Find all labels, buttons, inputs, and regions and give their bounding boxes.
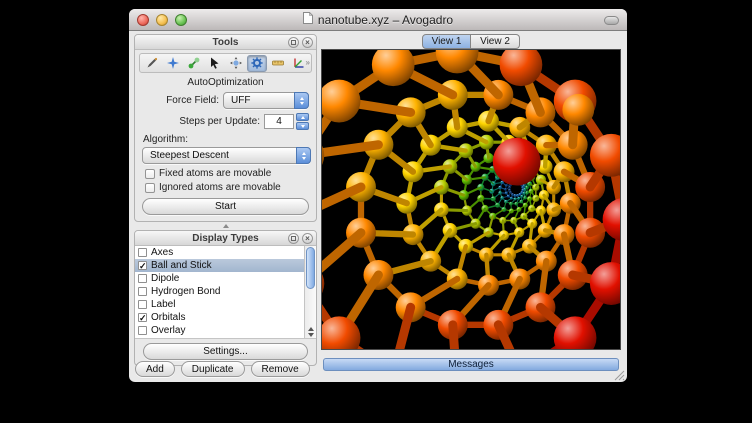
- remove-button[interactable]: Remove: [251, 361, 310, 377]
- autooptimize-tool-icon[interactable]: [247, 55, 267, 72]
- display-type-checkbox[interactable]: [138, 274, 147, 283]
- display-type-row[interactable]: Label: [135, 298, 304, 311]
- display-type-label: Ball and Stick: [151, 260, 212, 271]
- selection-tool-icon[interactable]: [205, 55, 225, 72]
- document-icon: [303, 12, 313, 27]
- active-tool-title: AutoOptimization: [135, 77, 316, 88]
- algorithm-select[interactable]: Steepest Descent: [142, 147, 311, 164]
- messages-button[interactable]: Messages: [323, 358, 619, 371]
- display-types-panel-header[interactable]: Display Types ×: [135, 231, 316, 246]
- display-type-label: Orbitals: [151, 312, 185, 323]
- close-panel-icon[interactable]: ×: [302, 233, 313, 244]
- toolbar-overflow-icon[interactable]: »: [306, 58, 310, 67]
- step-up-button[interactable]: [296, 113, 309, 121]
- ignored-atoms-label: Ignored atoms are movable: [159, 182, 281, 193]
- window-title: nanotube.xyz – Avogadro: [318, 13, 453, 27]
- bond-centric-tool-icon[interactable]: [184, 55, 204, 72]
- close-panel-icon[interactable]: ×: [302, 37, 313, 48]
- ignored-atoms-checkbox[interactable]: [145, 183, 155, 193]
- navigate-tool-icon[interactable]: [163, 55, 183, 72]
- display-type-checkbox[interactable]: ✓: [138, 261, 147, 270]
- display-type-checkbox[interactable]: [138, 326, 147, 335]
- step-down-button[interactable]: [296, 122, 309, 130]
- fixed-atoms-label: Fixed atoms are movable: [159, 168, 271, 179]
- scrollbar-thumb[interactable]: [306, 247, 315, 289]
- left-dock-area: Tools ×: [134, 34, 317, 378]
- display-type-row[interactable]: Axes: [135, 246, 304, 259]
- main-view-area: View 1 View 2 Messages: [321, 34, 621, 378]
- display-type-checkbox[interactable]: ✓: [138, 313, 147, 322]
- dock-splitter[interactable]: [134, 222, 317, 230]
- toolbar-toggle-button[interactable]: [604, 16, 619, 25]
- display-type-row[interactable]: Dipole: [135, 272, 304, 285]
- desktop: { "window": { "title": "nanotube.xyz – A…: [0, 0, 752, 423]
- tools-panel-title: Tools: [213, 37, 239, 48]
- scroll-down-icon[interactable]: [308, 333, 314, 337]
- steps-per-update-field[interactable]: 4: [264, 114, 294, 129]
- view-tabs: View 1 View 2: [321, 34, 621, 49]
- nanotube-render: [322, 50, 620, 349]
- combo-arrows-icon: [296, 147, 311, 164]
- float-panel-icon[interactable]: [288, 37, 299, 48]
- minimize-window-button[interactable]: [156, 14, 168, 26]
- start-button[interactable]: Start: [142, 198, 309, 215]
- display-types-panel: Display Types × Axes ✓ Ball and Stick Dipol…: [134, 230, 317, 366]
- tools-toolbar: »: [139, 53, 312, 73]
- window-titlebar[interactable]: nanotube.xyz – Avogadro: [129, 9, 627, 31]
- force-field-label: Force Field:: [166, 95, 219, 106]
- scroll-up-icon[interactable]: [308, 327, 314, 331]
- avogadro-window: nanotube.xyz – Avogadro Tools ×: [129, 9, 627, 382]
- tab-view-2[interactable]: View 2: [471, 34, 520, 49]
- display-type-label: Hydrogen Bond: [151, 286, 221, 297]
- resize-grip-icon[interactable]: [613, 368, 625, 380]
- display-type-checkbox[interactable]: [138, 248, 147, 257]
- display-type-row[interactable]: Overlay: [135, 324, 304, 337]
- tools-panel-header[interactable]: Tools ×: [135, 35, 316, 50]
- float-panel-icon[interactable]: [288, 233, 299, 244]
- zoom-window-button[interactable]: [175, 14, 187, 26]
- force-field-select[interactable]: UFF: [223, 92, 309, 109]
- draw-tool-icon[interactable]: [142, 55, 162, 72]
- display-type-label: Overlay: [151, 325, 185, 336]
- close-window-button[interactable]: [137, 14, 149, 26]
- measure-tool-icon[interactable]: [268, 55, 288, 72]
- manipulate-tool-icon[interactable]: [226, 55, 246, 72]
- display-type-row[interactable]: Hydrogen Bond: [135, 285, 304, 298]
- display-type-label: Axes: [151, 247, 173, 258]
- display-type-row[interactable]: ✓ Ball and Stick: [135, 259, 304, 272]
- window-content: Tools ×: [129, 31, 627, 382]
- display-types-title: Display Types: [192, 233, 259, 244]
- display-type-label: Label: [151, 299, 175, 310]
- display-types-list: Axes ✓ Ball and Stick Dipole Hydrogen Bond La…: [135, 246, 316, 339]
- algorithm-label: Algorithm:: [143, 134, 316, 145]
- display-type-label: Dipole: [151, 273, 179, 284]
- 3d-viewport[interactable]: [321, 49, 621, 350]
- tools-panel: Tools ×: [134, 34, 317, 222]
- add-button[interactable]: Add: [135, 361, 175, 377]
- combo-arrows-icon: [294, 92, 309, 109]
- duplicate-button[interactable]: Duplicate: [181, 361, 245, 377]
- display-type-checkbox[interactable]: [138, 300, 147, 309]
- steps-per-update-label: Steps per Update:: [179, 116, 260, 127]
- scrollbar[interactable]: [304, 246, 316, 338]
- fixed-atoms-checkbox[interactable]: [145, 169, 155, 179]
- steps-per-update-stepper: 4: [264, 113, 309, 130]
- display-type-checkbox[interactable]: [138, 287, 147, 296]
- settings-button[interactable]: Settings...: [143, 343, 308, 360]
- tab-view-1[interactable]: View 1: [422, 34, 471, 49]
- display-type-row[interactable]: ✓ Orbitals: [135, 311, 304, 324]
